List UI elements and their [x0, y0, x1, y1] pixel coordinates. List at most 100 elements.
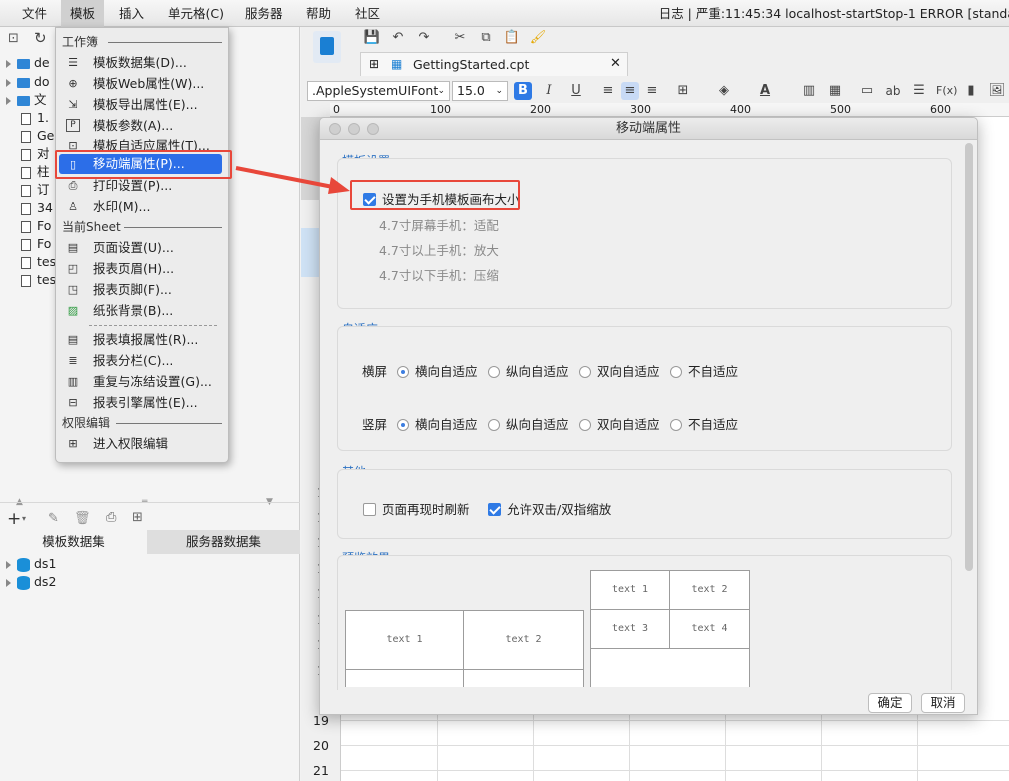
menu-item-report-columns[interactable]: ≣ 报表分栏(C)... — [59, 350, 227, 371]
menu-item-fill-properties[interactable]: ▤ 报表填报属性(R)... — [59, 329, 227, 350]
menu-item-page-setup[interactable]: ▤ 页面设置(U)... — [59, 237, 227, 258]
edit-icon[interactable]: ✎ — [48, 511, 59, 526]
tree-file[interactable]: tes — [0, 270, 56, 289]
tree-file[interactable]: Fo — [0, 234, 51, 253]
tree-folder[interactable]: 文 — [0, 90, 47, 109]
tree-file[interactable]: 1. — [0, 108, 49, 127]
log-status[interactable]: 日志 | 严重:11:45:34 localhost-startStop-1 E… — [659, 0, 1009, 27]
portrait-radio-none[interactable]: 不自适应 — [670, 414, 738, 433]
window-zoom-button[interactable] — [367, 123, 379, 135]
border-icon[interactable]: ⊞ — [674, 82, 692, 100]
delete-icon[interactable]: 🗑 — [74, 511, 91, 526]
font-color-icon[interactable]: A — [756, 82, 774, 100]
row-number[interactable]: 20 — [301, 733, 341, 758]
menu-help[interactable]: 帮助 — [297, 0, 340, 27]
portrait-radio-horizontal[interactable]: 横向自适应 — [397, 414, 478, 433]
copy-icon[interactable]: ⧉ — [477, 29, 495, 47]
landscape-radio-vertical[interactable]: 纵向自适应 — [488, 361, 569, 380]
landscape-radio-horizontal[interactable]: 横向自适应 — [397, 361, 478, 380]
undo-icon[interactable]: ↶ — [389, 29, 407, 47]
format-painter-icon[interactable]: 🖌 — [529, 29, 547, 47]
preview-icon[interactable]: ⎙ — [106, 510, 116, 525]
align-left-icon[interactable]: ≡ — [599, 82, 617, 100]
menu-item-export-properties[interactable]: ⇲ 模板导出属性(E)... — [59, 94, 227, 115]
text-field-icon[interactable]: ▭ — [858, 82, 876, 100]
tree-file[interactable]: 对 — [0, 144, 50, 163]
fill-color-icon[interactable]: ◈ — [715, 82, 733, 100]
menu-item-engine-properties[interactable]: ⊟ 报表引擎属性(E)... — [59, 392, 227, 413]
menu-community[interactable]: 社区 — [346, 0, 389, 27]
checkbox-checked-icon[interactable] — [488, 503, 501, 516]
expand-icon[interactable] — [6, 59, 11, 68]
font-family-select[interactable]: .AppleSystemUIFont ⌄ — [307, 81, 450, 101]
tree-file[interactable]: 订 — [0, 180, 50, 199]
ok-button[interactable]: 确定 — [868, 693, 912, 713]
tree-file[interactable]: Ge — [0, 126, 54, 145]
template-icon[interactable] — [313, 31, 341, 63]
bold-button[interactable]: B — [514, 82, 532, 100]
cancel-button[interactable]: 取消 — [921, 693, 965, 713]
align-right-icon[interactable]: ≡ — [643, 82, 661, 100]
merge-icon[interactable]: ▥ — [800, 82, 818, 100]
document-tab[interactable]: ⊞ ▦ GettingStarted.cpt ✕ — [360, 52, 628, 76]
menu-file[interactable]: 文件 — [13, 0, 56, 27]
table-icon[interactable]: ▦ — [826, 82, 844, 100]
tree-folder[interactable]: do — [0, 72, 50, 91]
expand-icon[interactable] — [6, 96, 11, 105]
menu-server[interactable]: 服务器 — [236, 0, 292, 27]
text-icon[interactable]: ab — [884, 82, 902, 100]
zoom-checkbox[interactable]: 允许双击/双指缩放 — [488, 499, 611, 518]
tree-file[interactable]: 34 — [0, 198, 53, 217]
dataset-item[interactable]: ds1 — [0, 554, 56, 573]
tree-file[interactable]: tes — [0, 252, 56, 271]
menu-template[interactable]: 模板 — [61, 0, 105, 27]
close-icon[interactable]: ✕ — [610, 56, 621, 71]
redo-icon[interactable]: ↷ — [415, 29, 433, 47]
save-icon[interactable]: 💾 — [363, 29, 381, 47]
landscape-radio-both[interactable]: 双向自适应 — [579, 361, 660, 380]
formula-icon[interactable]: F(x) — [936, 82, 957, 100]
tree-file[interactable]: 柱 — [0, 162, 50, 181]
image-insert-icon[interactable]: 🖼 — [988, 82, 1006, 100]
menu-item-report-footer[interactable]: ◳ 报表页脚(F)... — [59, 279, 227, 300]
menu-insert[interactable]: 插入 — [110, 0, 153, 27]
landscape-radio-none[interactable]: 不自适应 — [670, 361, 738, 380]
chevron-down-icon[interactable]: ▾ — [22, 514, 26, 523]
row-number[interactable]: 21 — [301, 758, 341, 781]
menu-item-template-dataset[interactable]: ☰ 模板数据集(D)... — [59, 52, 227, 73]
menu-item-paper-background[interactable]: ▨ 纸张背景(B)... — [59, 300, 227, 321]
tab-template-dataset[interactable]: 模板数据集 — [0, 530, 147, 554]
align-center-icon[interactable]: ≡ — [621, 82, 639, 100]
expand-icon[interactable] — [6, 560, 11, 569]
add-dataset-icon[interactable]: + — [7, 509, 21, 529]
paste-icon[interactable]: 📋 — [503, 29, 521, 47]
tree-file[interactable]: Fo — [0, 216, 51, 235]
wrap-icon[interactable]: ☰ — [910, 82, 928, 100]
menu-item-permission-edit[interactable]: ⊞ 进入权限编辑 — [59, 433, 227, 454]
checkbox-unchecked-icon[interactable] — [363, 503, 376, 516]
tree-folder[interactable]: de — [0, 53, 50, 72]
menu-item-report-header[interactable]: ◰ 报表页眉(H)... — [59, 258, 227, 279]
menu-item-web-properties[interactable]: ⊕ 模板Web属性(W)... — [59, 73, 227, 94]
menu-item-template-parameters[interactable]: P 模板参数(A)... — [59, 115, 227, 136]
menu-item-watermark[interactable]: ♙ 水印(M)... — [59, 196, 227, 217]
refresh-checkbox[interactable]: 页面再现时刷新 — [363, 499, 470, 518]
refresh-icon[interactable]: ↻ — [34, 29, 47, 47]
connection-icon[interactable]: ⊞ — [132, 510, 143, 525]
expand-icon[interactable] — [6, 78, 11, 87]
underline-button[interactable]: U — [567, 82, 585, 100]
expand-icon[interactable] — [6, 578, 11, 587]
menu-cell[interactable]: 单元格(C) — [159, 0, 233, 27]
bar-chart-icon[interactable]: ▮ — [962, 82, 980, 100]
new-folder-icon[interactable]: ⊡ — [8, 31, 19, 46]
italic-button[interactable]: I — [540, 82, 558, 100]
window-minimize-button[interactable] — [348, 123, 360, 135]
window-close-button[interactable] — [329, 123, 341, 135]
tab-server-dataset[interactable]: 服务器数据集 — [147, 530, 300, 554]
portrait-radio-both[interactable]: 双向自适应 — [579, 414, 660, 433]
cut-icon[interactable]: ✂ — [451, 29, 469, 47]
font-size-select[interactable]: 15.0 ⌄ — [452, 81, 508, 101]
portrait-radio-vertical[interactable]: 纵向自适应 — [488, 414, 569, 433]
dialog-scrollbar[interactable] — [965, 143, 973, 571]
dataset-item[interactable]: ds2 — [0, 572, 56, 591]
